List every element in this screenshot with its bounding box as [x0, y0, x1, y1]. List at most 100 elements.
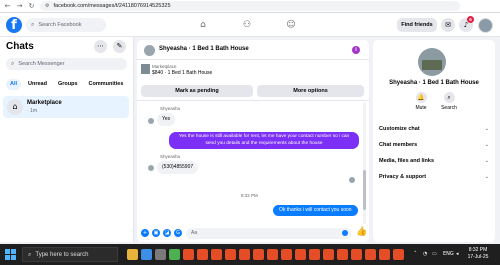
battery-icon[interactable]: ▭ [432, 251, 437, 257]
sticker-icon[interactable]: ◪ [163, 229, 171, 237]
chrome-icon[interactable] [295, 249, 306, 260]
chrome-icon[interactable] [393, 249, 404, 260]
messenger-icon[interactable]: ✉ [441, 18, 455, 32]
chrome-icon[interactable] [197, 249, 208, 260]
forward-arrow-icon[interactable]: → [16, 2, 23, 10]
conversation-info-icon[interactable]: i [352, 46, 360, 54]
emoji-icon[interactable] [342, 230, 348, 236]
outgoing-message[interactable]: Yes the house is still available for ren… [169, 132, 359, 149]
message-composer: + ▣ ◪ G Aa 👍 [137, 226, 369, 242]
listing-title[interactable]: $840 · 1 Bed 1 Bath House [152, 70, 212, 76]
chrome-icon[interactable] [309, 249, 320, 260]
plus-icon[interactable]: + [141, 229, 149, 237]
chat-list-item[interactable]: ⌂ Marketplace · 1m [3, 96, 129, 118]
chrome-icon[interactable] [183, 249, 194, 260]
photo-icon[interactable]: ▣ [152, 229, 160, 237]
conversation-title[interactable]: Shyeasha · 1 Bed 1 Bath House [159, 46, 249, 52]
thumbs-up-icon[interactable]: 👍 [356, 227, 367, 237]
message-sender: Shyeasha [160, 154, 181, 159]
media-files-links-label: Media, files and links [379, 158, 435, 164]
gif-icon[interactable]: G [174, 229, 182, 237]
chrome-icon[interactable] [253, 249, 264, 260]
facebook-search-placeholder: Search Facebook [38, 22, 82, 28]
chrome-icon[interactable] [225, 249, 236, 260]
marketplace-icon: ⌂ [7, 99, 23, 115]
windows-taskbar: ⌕ Type here to search ˄ ◔ ▭ ENG ◂ 8:32 P… [0, 244, 500, 265]
bell-icon: 🔔 [415, 92, 427, 103]
mark-as-pending-button[interactable]: Mark as pending [141, 85, 253, 97]
message-input[interactable]: Aa [186, 228, 351, 239]
conversation-avatar[interactable] [144, 45, 155, 56]
site-info-icon[interactable]: ⚙ [45, 3, 49, 9]
filter-groups[interactable]: Groups [54, 79, 82, 90]
taskbar-search-box[interactable]: ⌕ Type here to search [22, 247, 118, 262]
conversation-header: Shyeasha · 1 Bed 1 Bath House i [137, 40, 369, 60]
input-language[interactable]: ENG [443, 251, 454, 257]
chevron-down-icon: ⌄ [484, 126, 489, 132]
messenger-search-input[interactable]: ⌕ Search Messenger [6, 58, 127, 70]
chevron-down-icon: ⌄ [484, 142, 489, 148]
tray-chevron-icon[interactable]: ˄ [414, 251, 417, 257]
incoming-message[interactable]: (530)4855907 [157, 161, 199, 174]
customize-chat-row[interactable]: Customize chat ⌄ [379, 126, 489, 132]
browser-toolbar: ← → ↻ ⚙ facebook.com/messages/t/24118076… [0, 0, 500, 13]
house-photo [422, 60, 442, 70]
chrome-icon[interactable] [351, 249, 362, 260]
message-sender: Shyeasha [160, 106, 181, 111]
address-bar[interactable]: ⚙ facebook.com/messages/t/24118076914525… [40, 1, 460, 11]
chrome-icon[interactable] [379, 249, 390, 260]
clock-date: 17-Jul-25 [467, 254, 489, 260]
file-explorer-icon[interactable] [127, 249, 138, 260]
conversation-scrollbar-thumb[interactable] [363, 170, 366, 210]
chrome-icon[interactable] [239, 249, 250, 260]
chrome-icon[interactable] [281, 249, 292, 260]
chevron-down-icon: ⌄ [484, 158, 489, 164]
filter-all[interactable]: All [6, 79, 22, 90]
mute-label: Mute [415, 105, 427, 111]
volume-icon[interactable]: ◂ [456, 251, 459, 257]
more-options-button[interactable]: More options [257, 85, 364, 97]
find-friends-button[interactable]: Find friends [397, 18, 437, 32]
chat-item-time: · 1m [27, 108, 37, 114]
taskbar-app-icon[interactable] [169, 249, 180, 260]
address-url[interactable]: facebook.com/messages/t/2411807691452532… [53, 3, 170, 9]
incoming-message[interactable]: Yes [157, 113, 176, 126]
facebook-logo[interactable]: f [6, 17, 22, 33]
reload-icon[interactable]: ↻ [28, 2, 35, 10]
home-icon[interactable]: ⌂ [195, 17, 211, 33]
chrome-icon[interactable] [365, 249, 376, 260]
mute-button[interactable]: 🔔 Mute [409, 92, 433, 111]
outgoing-message[interactable]: Ok thanks i will contact you soon [273, 205, 358, 216]
network-icon[interactable]: ◔ [423, 251, 427, 257]
chat-members-label: Chat members [379, 142, 418, 148]
privacy-support-row[interactable]: Privacy & support ⌄ [379, 174, 489, 180]
chrome-icon[interactable] [323, 249, 334, 260]
filter-communities[interactable]: Communities [85, 79, 128, 90]
new-message-icon[interactable]: ✎ [113, 40, 126, 53]
taskbar-app-icon[interactable] [141, 249, 152, 260]
facebook-search-box[interactable]: ⌕ Search Facebook [26, 18, 106, 32]
privacy-support-label: Privacy & support [379, 174, 427, 180]
listing-avatar[interactable] [418, 48, 446, 76]
listing-thumbnail[interactable] [141, 64, 150, 74]
chat-filters: All Unread Groups Communities [6, 79, 127, 90]
chrome-icon[interactable] [211, 249, 222, 260]
more-options-icon[interactable]: ⋯ [94, 40, 107, 53]
messenger-search-placeholder: Search Messenger [18, 61, 65, 67]
windows-start-icon[interactable] [5, 249, 16, 260]
gaming-icon[interactable]: ☺ [283, 17, 299, 33]
chrome-icon[interactable] [267, 249, 278, 260]
taskbar-clock[interactable]: 8:32 PM 17-Jul-25 [464, 247, 492, 261]
sender-avatar [148, 165, 154, 171]
seen-avatar [349, 177, 355, 183]
taskbar-app-icon[interactable] [155, 249, 166, 260]
chats-sidebar: Chats ⋯ ✎ ⌕ Search Messenger All Unread … [0, 37, 134, 242]
filter-unread[interactable]: Unread [24, 79, 51, 90]
media-files-links-row[interactable]: Media, files and links ⌄ [379, 158, 489, 164]
chat-members-row[interactable]: Chat members ⌄ [379, 142, 489, 148]
chrome-icon[interactable] [337, 249, 348, 260]
back-arrow-icon[interactable]: ← [4, 2, 11, 10]
groups-icon[interactable]: ⚇ [239, 17, 255, 33]
search-button[interactable]: ⌕ Search [437, 92, 461, 111]
account-avatar[interactable] [478, 18, 493, 33]
